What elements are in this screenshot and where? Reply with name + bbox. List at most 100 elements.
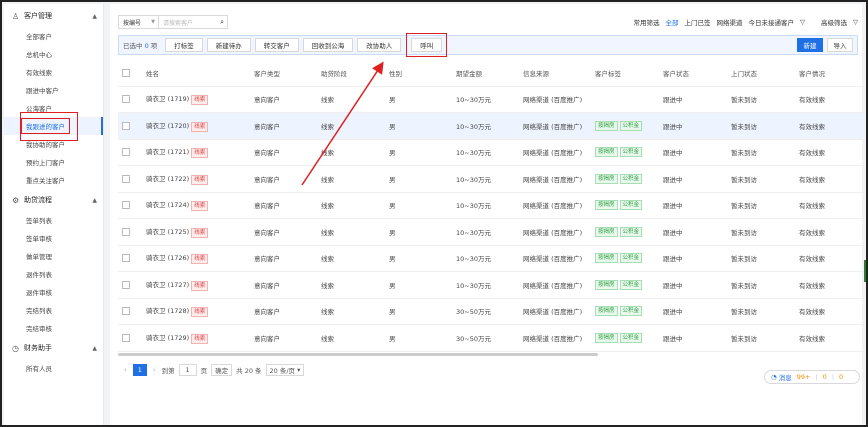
filter-item[interactable]: 全部 — [666, 17, 679, 27]
clock-icon: ◷ — [12, 343, 19, 353]
sidebar-item[interactable]: 跟进中客户 — [4, 81, 103, 99]
table-row[interactable]: 骑衣卫 (1724) 线索 意向客户 线索男 10~30万元 网络渠道 (百度推广) 按揭房… — [118, 192, 866, 219]
next-page-icon[interactable]: › — [153, 366, 156, 374]
cell-type: 意向客户 — [250, 192, 317, 219]
side-handle[interactable] — [864, 260, 866, 282]
chevron-down-icon: ▼ — [151, 19, 155, 25]
customer-name[interactable]: 骑衣卫 (1727) — [146, 281, 189, 289]
sidebar-item[interactable]: 预约上门客户 — [4, 153, 103, 171]
import-button[interactable]: 导入 — [827, 38, 853, 52]
table-row[interactable]: 骑衣卫 (1727) 线索 意向客户 线索男 10~30万元 网络渠道 (百度推广) 按揭房… — [118, 271, 866, 299]
sidebar-item[interactable]: 签单列表 — [4, 211, 103, 229]
customer-name[interactable]: 骑衣卫 (1726) — [146, 254, 189, 262]
filter-icon[interactable]: ▽ — [853, 18, 858, 26]
cell-type: 意向客户 — [250, 324, 317, 352]
cell-situation: 有效线索 — [795, 324, 855, 352]
row-checkbox[interactable] — [122, 307, 130, 316]
cell-gender: 男 — [385, 139, 452, 166]
horizontal-scrollbar[interactable] — [118, 353, 598, 356]
table-row[interactable]: 骑衣卫 (1722) 线索 意向客户 线索男 10~30万元 网络渠道 (百度推广) 按揭房… — [118, 165, 866, 193]
action-button[interactable]: 新建待办 — [206, 38, 251, 52]
row-checkbox[interactable] — [122, 121, 130, 130]
customer-name[interactable]: 骑衣卫 (1719) — [146, 95, 189, 103]
cell-source: 网络渠道 (百度推广) — [519, 165, 591, 193]
prev-page-icon[interactable]: ‹ — [124, 366, 127, 374]
sidebar-group[interactable]: ◷ 财务助手 ▲ — [4, 337, 103, 359]
table-row[interactable]: 骑衣卫 (1720) 线索 意向客户 线索男 10~30万元 网络渠道 (百度推广) 按揭房… — [118, 112, 866, 140]
sidebar-item[interactable]: 总机中心 — [4, 45, 103, 63]
action-button[interactable]: 转交客户 — [254, 38, 299, 52]
table-row[interactable]: 骑衣卫 (1726) 线索 意向客户 线索男 10~30万元 网络渠道 (百度推广) 按揭房… — [118, 245, 866, 272]
sidebar-group[interactable]: ⚙ 助贷流程 ▲ — [4, 189, 103, 211]
customer-name[interactable]: 骑衣卫 (1722) — [146, 175, 189, 183]
filter-item[interactable]: 网络渠道 — [717, 17, 743, 27]
action-button[interactable]: 打标签 — [165, 38, 203, 52]
customer-label-badge: 按揭房 — [595, 279, 618, 290]
customer-name[interactable]: 骑衣卫 (1720) — [146, 122, 189, 130]
lead-badge: 线索 — [191, 121, 209, 132]
row-checkbox[interactable] — [122, 227, 130, 236]
cell-status: 跟进中 — [659, 139, 727, 166]
filter-icon[interactable]: ▽ — [800, 18, 805, 26]
filter-item[interactable]: 今日未接通客户 — [749, 17, 795, 27]
customer-name[interactable]: 骑衣卫 (1728) — [146, 307, 189, 315]
chevron-up-icon: ▲ — [92, 344, 97, 352]
sidebar-item[interactable]: 做单管理 — [4, 247, 103, 265]
table-row[interactable]: 骑衣卫 (1721) 线索 意向客户 线索男 10~30万元 网络渠道 (百度推广) 按揭房… — [118, 139, 866, 166]
customer-name[interactable]: 骑衣卫 (1724) — [146, 201, 189, 209]
customer-name[interactable]: 骑衣卫 (1729) — [146, 334, 189, 342]
cell-situation: 有效线索 — [795, 245, 855, 272]
advanced-filter[interactable]: 高级筛选 — [821, 17, 847, 27]
row-checkbox[interactable] — [122, 148, 130, 157]
customer-label-badge: 按揭房 — [595, 226, 618, 237]
page-size-select[interactable]: 20 条/页 ▾ — [265, 364, 305, 376]
lead-badge: 线索 — [191, 333, 209, 344]
search-input[interactable]: 请搜索客户 ⌕ — [158, 15, 228, 29]
customer-name[interactable]: 骑衣卫 (1721) — [146, 148, 189, 156]
row-checkbox[interactable] — [122, 95, 130, 104]
filter-item[interactable]: 上门已签 — [685, 17, 711, 27]
customer-label-badge: 公积金 — [619, 173, 643, 184]
row-checkbox[interactable] — [122, 174, 130, 183]
sidebar-item[interactable]: 所有人员 — [4, 359, 103, 377]
action-button[interactable]: 改协助人 — [357, 38, 402, 52]
select-all-checkbox[interactable] — [122, 68, 130, 77]
sidebar-item[interactable]: 退件审核 — [4, 283, 103, 301]
table-row[interactable]: 骑衣卫 (1725) 线索 意向客户 线索男 10~30万元 网络渠道 (百度推广) 按揭房… — [118, 218, 866, 246]
search-type-select[interactable]: 按编号 ▼ — [118, 15, 158, 29]
cell-amount: 30~50万元 — [452, 298, 519, 325]
sidebar-item[interactable]: 重点关注客户 — [4, 171, 103, 189]
row-checkbox[interactable] — [122, 333, 130, 342]
column-header: 助贷阶段 — [317, 60, 385, 87]
table-row[interactable]: 骑衣卫 (1729) 线索 意向客户 线索男 30~50万元 网络渠道 (百度推广) 按揭房… — [118, 324, 866, 352]
new-button[interactable]: 新建 — [797, 38, 823, 52]
cell-stage: 线索 — [317, 112, 385, 140]
row-checkbox[interactable] — [122, 201, 130, 210]
row-checkbox[interactable] — [122, 254, 130, 263]
filter-item: 常用筛选 — [633, 19, 660, 27]
confirm-button[interactable]: 确定 — [211, 364, 233, 376]
table-row[interactable]: 骑衣卫 (1728) 线索 意向客户 线索男 30~50万元 网络渠道 (百度推广) 按揭房… — [118, 298, 866, 325]
sidebar-item[interactable]: 完结列表 — [4, 301, 103, 319]
call-button[interactable]: 呼叫 — [406, 33, 448, 57]
page-1-button[interactable]: 1 — [132, 364, 147, 376]
sidebar-item[interactable]: 退件列表 — [4, 265, 103, 283]
column-header: 客户情况 — [795, 60, 855, 87]
table-row[interactable]: 骑衣卫 (1719) 线索 意向客户 线索男 10~30万元 网络渠道 (百度推广) 跟进中… — [118, 86, 866, 113]
customer-name[interactable]: 骑衣卫 (1725) — [146, 228, 189, 236]
goto-page-input[interactable]: 1 — [178, 364, 197, 376]
sidebar-item[interactable]: 完结审核 — [4, 319, 103, 337]
sidebar-item[interactable]: 有效线索 — [4, 63, 103, 81]
sidebar-group[interactable]: ♙ 客户管理 ▲ — [4, 5, 103, 27]
sidebar-item[interactable]: 签单审核 — [4, 229, 103, 247]
search-icon[interactable]: ⌕ — [220, 18, 224, 27]
sidebar-item[interactable]: 我协助的客户 — [4, 135, 103, 153]
cell-source: 网络渠道 (百度推广) — [519, 139, 591, 166]
row-checkbox[interactable] — [122, 280, 130, 289]
sidebar-item[interactable]: 全部客户 — [4, 27, 103, 45]
action-button[interactable]: 回收到公海 — [302, 38, 354, 52]
user-icon: ♙ — [12, 11, 20, 21]
cell-status: 跟进中 — [659, 192, 727, 219]
sidebar-item[interactable]: 我跟进的客户 — [4, 112, 103, 141]
message-bar[interactable]: ◔ 消息 99+ | 0 | 0 — [764, 370, 860, 384]
